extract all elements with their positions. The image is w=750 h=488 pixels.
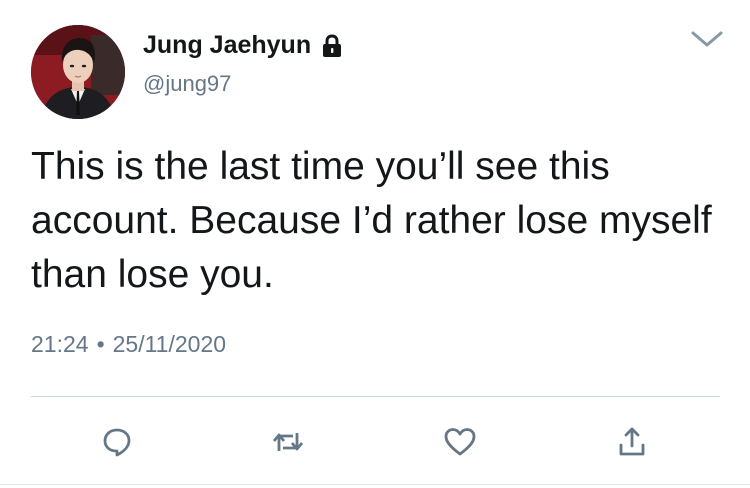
lock-icon	[321, 33, 343, 58]
tweet-card: Jung Jaehyun @jung97 This is the last ti…	[0, 0, 750, 488]
chevron-down-icon[interactable]	[688, 26, 726, 52]
reply-button[interactable]	[97, 422, 137, 462]
heart-icon	[444, 428, 476, 456]
share-button[interactable]	[612, 422, 652, 462]
tweet-date: 25/11/2020	[112, 331, 227, 357]
retweet-button[interactable]	[268, 422, 308, 462]
share-icon	[619, 427, 645, 456]
tweet-timestamp[interactable]: 21:24 • 25/11/2020	[31, 331, 226, 358]
avatar-image	[31, 25, 125, 119]
timestamp-separator: •	[96, 331, 105, 357]
avatar[interactable]	[31, 25, 125, 119]
like-button[interactable]	[440, 422, 480, 462]
display-name[interactable]: Jung Jaehyun	[143, 31, 343, 60]
user-handle[interactable]: @jung97	[143, 71, 231, 97]
bottom-rule	[0, 484, 750, 485]
reply-icon	[103, 428, 131, 457]
tweet-time: 21:24	[31, 331, 89, 357]
retweet-icon	[272, 433, 304, 451]
tweet-text: This is the last time you’ll see this ac…	[31, 145, 712, 296]
divider	[31, 396, 720, 397]
display-name-text: Jung Jaehyun	[143, 31, 312, 59]
